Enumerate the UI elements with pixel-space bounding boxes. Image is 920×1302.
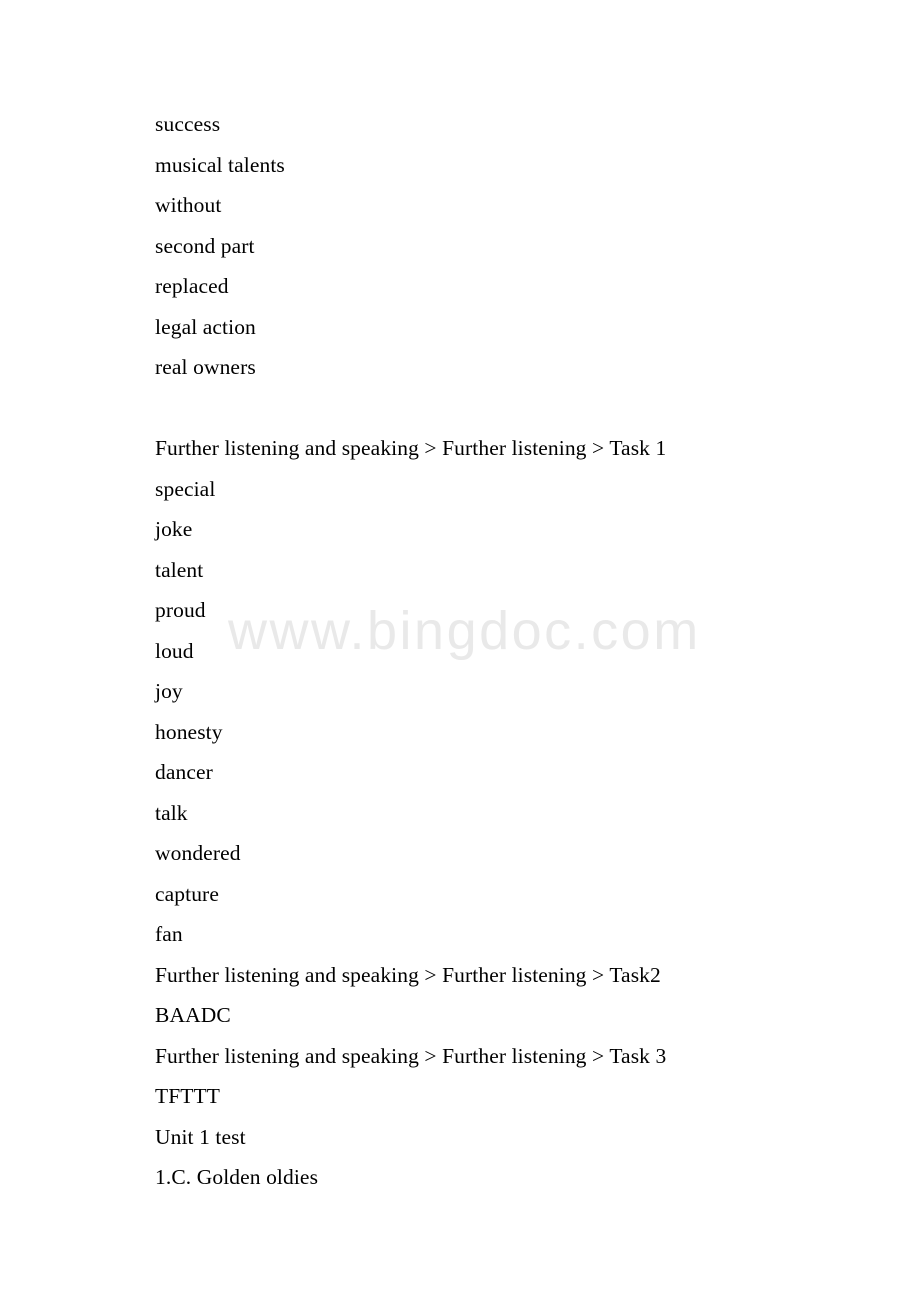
text-line: real owners [155, 355, 256, 379]
breadcrumb-task-3: Further listening and speaking > Further… [155, 1043, 667, 1068]
text-line: success [155, 112, 221, 136]
text-line: wondered [155, 841, 241, 865]
text-line: proud [155, 598, 206, 622]
text-line: second part [155, 233, 255, 258]
text-line: honesty [155, 719, 223, 744]
text-line: fan [155, 922, 183, 946]
text-line: without [155, 193, 222, 217]
text-line: special [155, 476, 216, 501]
text-line: talk [155, 800, 188, 825]
text-line: replaced [155, 274, 229, 298]
text-line: legal action [155, 314, 256, 339]
text-line: capture [155, 881, 219, 906]
document-body: success musical talents without second p… [155, 104, 855, 1198]
text-line: dancer [155, 760, 213, 784]
text-line: talent [155, 557, 204, 582]
answer-line-task-2: BAADC [155, 1003, 231, 1027]
breadcrumb-task-2: Further listening and speaking > Further… [155, 962, 661, 987]
text-line: musical talents [155, 152, 285, 177]
answer-line-task-3: TFTTT [155, 1084, 220, 1108]
breadcrumb-task-1: Further listening and speaking > Further… [155, 436, 667, 460]
document-page: www.bingdoc.com success musical talents … [0, 0, 920, 1302]
text-line: joke [155, 517, 193, 541]
unit-1-test-heading: Unit 1 test [155, 1124, 246, 1149]
text-line: joy [155, 679, 183, 703]
text-line: loud [155, 638, 194, 663]
unit-1-test-answer: 1.C. Golden oldies [155, 1165, 319, 1189]
